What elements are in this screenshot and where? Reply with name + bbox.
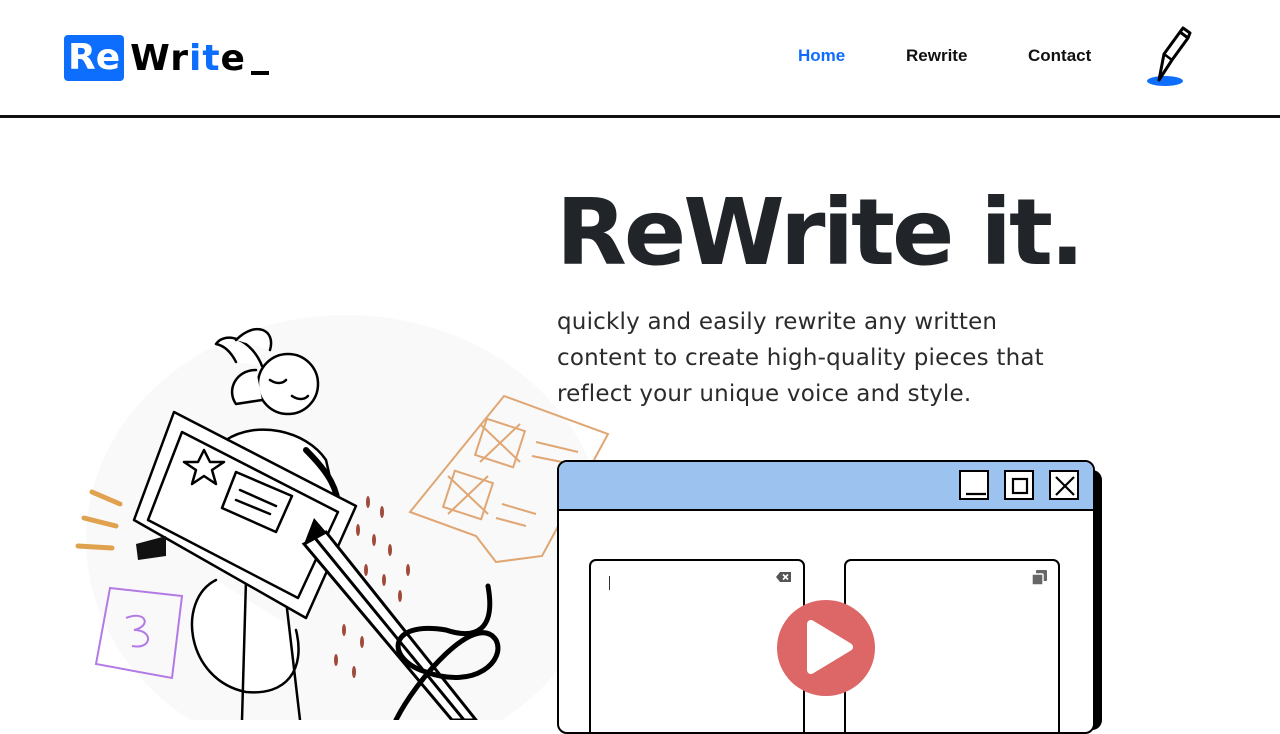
logo-e: e [220,37,246,79]
output-text-panel [844,559,1060,732]
logo-cursor [250,71,269,75]
nav-rewrite-link[interactable]: Rewrite [906,46,967,66]
nav-contact-link[interactable]: Contact [1028,46,1091,66]
close-icon [1055,476,1075,496]
close-button[interactable] [1049,470,1079,500]
hero-subtitle: quickly and easily rewrite any written c… [557,309,1044,407]
minimize-icon [966,492,986,496]
site-logo[interactable]: Re Wr it e [64,35,269,81]
clear-text-icon[interactable] [775,569,793,585]
play-icon [807,620,853,674]
nav-home-link[interactable]: Home [798,46,845,66]
play-button[interactable] [777,600,875,696]
woman-with-pencil-illustration [75,315,610,720]
logo-re: Re [64,35,125,81]
window-titlebar [559,462,1093,511]
maximize-icon [1011,477,1029,495]
pen-icon [1147,26,1192,86]
hero-title: ReWrite it. [556,179,1085,286]
logo-wr: Wr [130,37,189,79]
logo-it: it [188,37,221,79]
copy-icon[interactable] [1030,569,1048,585]
input-text-panel[interactable] [589,559,805,732]
maximize-button[interactable] [1004,470,1034,500]
text-caret [609,576,610,590]
minimize-button[interactable] [959,470,989,500]
site-header: Re Wr it e Home Rewrite Contact [0,0,1280,118]
